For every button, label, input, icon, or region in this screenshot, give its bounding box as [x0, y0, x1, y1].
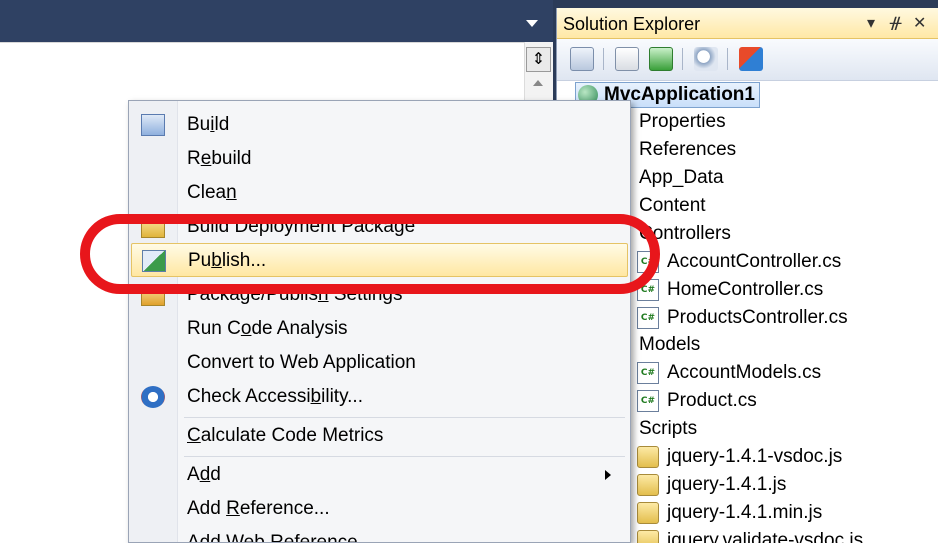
- tree-item-controllers[interactable]: Controllers: [639, 220, 731, 248]
- panel-title: Solution Explorer: [563, 14, 701, 34]
- js-file-icon: [637, 502, 659, 524]
- tree-item-label: jquery-1.4.1.js: [667, 474, 787, 495]
- menu-item-clean[interactable]: Clean: [129, 176, 630, 210]
- tree-item-label: jquery.validate-vsdoc.js: [667, 530, 864, 543]
- menu-item-label: Add Web Reference...: [187, 532, 374, 543]
- csharp-file-icon: C#: [637, 307, 659, 329]
- toolbar-separator: [727, 48, 728, 70]
- package-icon: [141, 216, 165, 238]
- menu-item-label: Add: [187, 464, 221, 485]
- tree-item-label: References: [639, 139, 737, 160]
- tree-item-products-controller[interactable]: C# ProductsController.cs: [637, 304, 848, 332]
- menu-item-label: Build Deployment Package: [187, 216, 416, 237]
- auto-hide-pin-icon[interactable]: ᚌ: [890, 13, 902, 32]
- menu-item-label: Build: [187, 114, 230, 135]
- menu-item-add[interactable]: Add: [129, 458, 630, 492]
- menu-item-label: Package/Publish Settings: [187, 284, 403, 305]
- menu-item-convert-to-web-application[interactable]: Convert to Web Application: [129, 346, 630, 380]
- tree-item-label: Models: [639, 334, 701, 355]
- tree-item-label: AccountController.cs: [667, 251, 842, 272]
- csharp-file-icon: C#: [637, 390, 659, 412]
- tree-item-label: jquery-1.4.1-vsdoc.js: [667, 446, 843, 467]
- tree-item-label: HomeController.cs: [667, 279, 824, 300]
- toolbar-separator: [603, 48, 604, 70]
- publish-icon: [142, 250, 166, 272]
- menu-item-label: Convert to Web Application: [187, 352, 416, 373]
- tree-item-label: Content: [639, 195, 706, 216]
- menu-separator: [184, 417, 625, 418]
- menu-item-label: Add Reference...: [187, 498, 330, 519]
- tree-item-label: App_Data: [639, 167, 724, 188]
- window-position-icon[interactable]: ▾: [867, 13, 875, 32]
- class-diagram-icon[interactable]: [739, 47, 763, 71]
- accessibility-icon: [141, 386, 165, 408]
- tree-item-scripts[interactable]: Scripts: [639, 415, 697, 443]
- build-icon: [141, 114, 165, 136]
- project-context-menu: Build Rebuild Clean Build Deployment Pac…: [128, 100, 631, 543]
- tree-item-label: Scripts: [639, 418, 698, 439]
- tree-item-label: Controllers: [639, 223, 731, 244]
- menu-item-build[interactable]: Build: [129, 108, 630, 142]
- menu-separator: [184, 456, 625, 457]
- refresh-icon[interactable]: [649, 47, 673, 71]
- tree-item-jquery[interactable]: jquery-1.4.1.js: [637, 471, 786, 499]
- solution-explorer-toolbar: [557, 39, 938, 81]
- js-file-icon: [637, 446, 659, 468]
- menu-item-label: Clean: [187, 182, 237, 203]
- tree-item-home-controller[interactable]: C# HomeController.cs: [637, 276, 823, 304]
- menu-item-rebuild[interactable]: Rebuild: [129, 142, 630, 176]
- tree-item-label: ProductsController.cs: [667, 307, 848, 328]
- solution-icon[interactable]: [570, 47, 594, 71]
- js-file-icon: [637, 530, 659, 543]
- menu-item-label: Rebuild: [187, 148, 252, 169]
- tree-item-references[interactable]: References: [639, 136, 736, 164]
- tab-dropdown-icon[interactable]: [526, 20, 538, 27]
- tree-item-account-models[interactable]: C# AccountModels.cs: [637, 359, 821, 387]
- split-window-icon[interactable]: ⇕: [526, 47, 551, 72]
- csharp-file-icon: C#: [637, 279, 659, 301]
- tree-item-properties[interactable]: Properties: [639, 108, 726, 136]
- scroll-up-icon[interactable]: [533, 80, 543, 86]
- menu-item-label: Calculate Code Metrics: [187, 425, 384, 446]
- menu-item-check-accessibility[interactable]: Check Accessibility...: [129, 380, 630, 414]
- menu-item-publish[interactable]: Publish...: [131, 243, 628, 277]
- tree-item-jquery-vsdoc[interactable]: jquery-1.4.1-vsdoc.js: [637, 443, 842, 471]
- menu-item-package-publish-settings[interactable]: Package/Publish Settings: [129, 278, 630, 312]
- tree-item-product[interactable]: C# Product.cs: [637, 387, 757, 415]
- menu-item-calculate-code-metrics[interactable]: Calculate Code Metrics: [129, 419, 630, 453]
- toolbar-separator: [682, 48, 683, 70]
- submenu-arrow-icon: [605, 470, 611, 480]
- properties-icon[interactable]: [615, 47, 639, 71]
- csharp-file-icon: C#: [637, 362, 659, 384]
- solution-explorer-titlebar: Solution Explorer ▾ ᚌ ✕: [557, 8, 938, 39]
- menu-item-build-deployment-package[interactable]: Build Deployment Package: [129, 210, 630, 244]
- close-icon[interactable]: ✕: [913, 13, 926, 32]
- tree-item-label: Properties: [639, 111, 726, 132]
- tree-item-content[interactable]: Content: [639, 192, 706, 220]
- menu-item-label: Publish...: [188, 250, 267, 271]
- menu-item-add-reference[interactable]: Add Reference...: [129, 492, 630, 526]
- tree-item-account-controller[interactable]: C# AccountController.cs: [637, 248, 841, 276]
- menu-item-label: Run Code Analysis: [187, 318, 348, 339]
- js-file-icon: [637, 474, 659, 496]
- tree-item-jquery-min[interactable]: jquery-1.4.1.min.js: [637, 499, 822, 527]
- tree-item-label: Product.cs: [667, 390, 757, 411]
- tree-item-app-data[interactable]: App_Data: [639, 164, 724, 192]
- tree-item-jquery-validate-vsdoc[interactable]: jquery.validate-vsdoc.js: [637, 527, 863, 543]
- settings-icon: [141, 284, 165, 306]
- editor-divider: [0, 42, 524, 43]
- tree-item-label: jquery-1.4.1.min.js: [667, 502, 823, 523]
- menu-item-run-code-analysis[interactable]: Run Code Analysis: [129, 312, 630, 346]
- menu-item-add-web-reference[interactable]: Add Web Reference...: [129, 526, 630, 543]
- tree-item-models[interactable]: Models: [639, 331, 700, 359]
- csharp-file-icon: C#: [637, 251, 659, 273]
- tree-item-label: AccountModels.cs: [667, 362, 822, 383]
- find-icon[interactable]: [694, 47, 718, 71]
- editor-tab-strip: [0, 0, 553, 42]
- menu-item-label: Check Accessibility...: [187, 386, 363, 407]
